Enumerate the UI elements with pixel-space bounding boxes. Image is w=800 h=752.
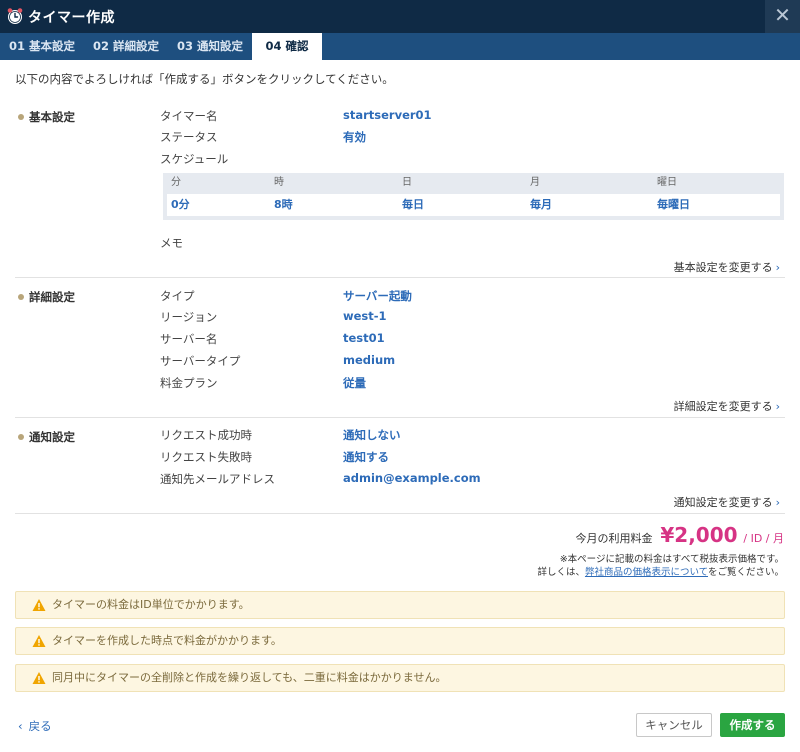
field-value: 有効 (343, 130, 366, 144)
warning-box: タイマーを作成した時点で料金がかかります。 (15, 627, 785, 655)
field-value: 通知しない (343, 428, 401, 442)
change-notify-label: 通知設定を変更する (673, 496, 773, 509)
schedule-header: 分 (171, 177, 181, 188)
field-label: タイプ (160, 289, 195, 303)
chevron-left-icon: ‹ (18, 719, 23, 733)
field-value: admin@example.com (343, 471, 481, 485)
schedule-cell: 0分 (171, 198, 190, 211)
chevron-right-icon: › (775, 496, 780, 509)
field-label: サーバータイプ (160, 354, 241, 368)
schedule-row: 0分 8時 毎日 毎月 毎曜日 (167, 194, 780, 216)
divider (15, 513, 785, 514)
section-detail-title: 詳細設定 (18, 289, 75, 305)
change-detail-label: 詳細設定を変更する (673, 400, 773, 413)
warning-triangle-icon (32, 672, 46, 684)
change-basic-link[interactable]: 基本設定を変更する › (674, 259, 780, 275)
field-label: リクエスト失敗時 (160, 450, 252, 464)
warning-triangle-icon (32, 635, 46, 647)
warning-text: タイマーを作成した時点で料金がかかります。 (52, 634, 282, 647)
price-note-prefix: 詳しくは、 (537, 567, 585, 578)
warning-triangle-icon (32, 599, 46, 611)
change-basic-label: 基本設定を変更する (673, 261, 773, 274)
warning-text: 同月中にタイマーの全削除と作成を繰り返しても、二重に料金はかかりません。 (52, 671, 447, 684)
warning-text: タイマーの料金はID単位でかかります。 (52, 598, 250, 611)
field-value: サーバー起動 (343, 289, 412, 303)
field-label: サーバー名 (160, 332, 218, 346)
price-display-link[interactable]: 弊社商品の価格表示について (585, 567, 708, 578)
field-label: タイマー名 (160, 109, 218, 123)
field-value: test01 (343, 331, 385, 345)
price-amount: ¥2,000 (660, 523, 738, 547)
schedule-table: 分 時 日 月 曜日 0分 8時 毎日 毎月 毎曜日 (163, 173, 784, 220)
field-label: リージョン (160, 310, 218, 324)
cancel-button[interactable]: キャンセル (636, 713, 712, 737)
schedule-header: 時 (274, 177, 284, 188)
schedule-cell: 毎月 (530, 198, 552, 211)
create-button[interactable]: 作成する (720, 713, 785, 737)
alarm-clock-icon (7, 8, 23, 24)
field-label: リクエスト成功時 (160, 428, 252, 442)
warning-box: タイマーの料金はID単位でかかります。 (15, 591, 785, 619)
tab-basic-settings[interactable]: 01 基本設定 (0, 33, 84, 60)
monthly-price: 今月の利用料金 ¥2,000 / ID / 月 (576, 523, 784, 547)
schedule-header: 月 (530, 177, 540, 188)
tax-note: ※本ページに記載の料金はすべて税抜表示価格です。 (559, 554, 784, 565)
memo-label: メモ (160, 236, 183, 250)
field-value: west-1 (343, 309, 387, 323)
tab-notify-settings[interactable]: 03 通知設定 (168, 33, 252, 60)
window-title: タイマー作成 (28, 10, 115, 26)
intro-text: 以下の内容でよろしければ「作成する」ボタンをクリックしてください。 (15, 72, 394, 86)
field-label: 通知先メールアドレス (160, 472, 275, 486)
schedule-header: 日 (402, 177, 412, 188)
step-tabs: 01 基本設定 02 詳細設定 03 通知設定 04 確認 (0, 33, 800, 60)
tab-confirm[interactable]: 04 確認 (252, 33, 322, 60)
field-label: 料金プラン (160, 376, 218, 390)
title-bar: タイマー作成 ✕ (0, 0, 800, 33)
section-notify-title: 通知設定 (18, 429, 75, 445)
divider (15, 417, 785, 418)
schedule-cell: 毎曜日 (657, 198, 690, 211)
close-icon[interactable]: ✕ (765, 0, 800, 33)
section-basic-title: 基本設定 (18, 109, 75, 125)
field-value: 従量 (343, 376, 366, 390)
change-detail-link[interactable]: 詳細設定を変更する › (674, 398, 780, 414)
price-note-suffix: をご覧ください。 (707, 567, 784, 578)
field-label: ステータス (160, 130, 218, 144)
schedule-cell: 毎日 (402, 198, 424, 211)
field-label: スケジュール (160, 152, 229, 166)
divider (15, 277, 785, 278)
chevron-right-icon: › (775, 400, 780, 413)
chevron-right-icon: › (775, 261, 780, 274)
tab-detail-settings[interactable]: 02 詳細設定 (84, 33, 168, 60)
back-link[interactable]: ‹ 戻る (18, 718, 52, 734)
schedule-header: 曜日 (657, 177, 677, 188)
back-label: 戻る (28, 719, 52, 733)
schedule-cell: 8時 (274, 198, 293, 211)
warning-box: 同月中にタイマーの全削除と作成を繰り返しても、二重に料金はかかりません。 (15, 664, 785, 692)
price-label: 今月の利用料金 (575, 532, 653, 545)
field-value: startserver01 (343, 108, 432, 122)
change-notify-link[interactable]: 通知設定を変更する › (674, 494, 780, 510)
field-value: medium (343, 353, 396, 367)
field-value: 通知する (343, 450, 389, 464)
price-unit: / ID / 月 (743, 532, 784, 545)
price-note: 詳しくは、弊社商品の価格表示についてをご覧ください。 (537, 564, 784, 578)
